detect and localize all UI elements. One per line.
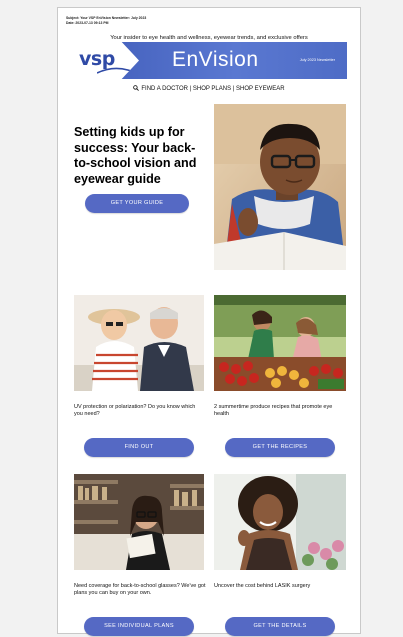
article-caption-lasik[interactable]: Uncover the cost behind LASIK surgery: [214, 583, 346, 590]
find-out-button[interactable]: FIND OUT: [84, 438, 194, 457]
logo-swoosh-icon: [97, 67, 131, 74]
search-icon: [133, 85, 140, 91]
get-your-guide-button[interactable]: GET YOUR GUIDE: [85, 194, 189, 213]
brand-name: EnVision: [172, 48, 259, 71]
newsletter-banner[interactable]: vsp EnVision July 2023 Newsletter: [67, 42, 347, 79]
email-date: Date: 2023-07-13 09:13 PM: [66, 21, 109, 25]
article-photo-market[interactable]: [214, 295, 346, 391]
get-the-details-button[interactable]: GET THE DETAILS: [225, 617, 335, 636]
see-individual-plans-button[interactable]: SEE INDIVIDUAL PLANS: [84, 617, 194, 636]
nav-separator: |: [232, 86, 235, 92]
nav-find-doctor[interactable]: FIND A DOCTOR: [141, 86, 188, 92]
nav-shop-plans[interactable]: SHOP PLANS: [193, 86, 231, 92]
article-caption-recipes[interactable]: 2 summertime produce recipes that promot…: [214, 404, 346, 418]
vsp-logo[interactable]: vsp: [67, 42, 139, 79]
article-caption-coverage[interactable]: Need coverage for back-to-school glasses…: [74, 583, 206, 597]
article-photo-couple[interactable]: [74, 295, 204, 391]
hero-title: Setting kids up for success: Your back-t…: [74, 125, 197, 186]
article-photo-woman[interactable]: [214, 474, 346, 570]
article-caption-uv[interactable]: UV protection or polarization? Do you kn…: [74, 404, 202, 418]
issue-date: July 2023 Newsletter: [299, 58, 335, 62]
top-nav: FIND A DOCTOR | SHOP PLANS | SHOP EYEWEA…: [58, 85, 360, 92]
email-subject: Subject: Your VSP EnVision Newsletter: J…: [66, 16, 147, 20]
nav-separator: |: [189, 86, 192, 92]
tagline: Your insider to eye health and wellness,…: [110, 35, 308, 41]
article-photo-student[interactable]: [74, 474, 204, 570]
hero-photo[interactable]: [214, 104, 346, 270]
email-page: Subject: Your VSP EnVision Newsletter: J…: [57, 7, 361, 636]
get-the-recipes-button[interactable]: GET THE RECIPES: [225, 438, 335, 457]
nav-shop-eyewear[interactable]: SHOP EYEWEAR: [236, 86, 285, 92]
